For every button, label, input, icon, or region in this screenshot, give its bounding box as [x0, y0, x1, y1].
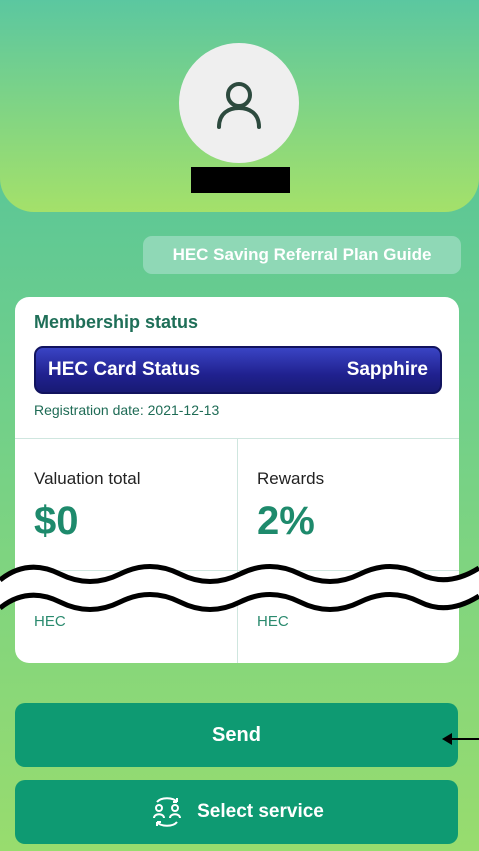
- referral-guide-button[interactable]: HEC Saving Referral Plan Guide: [143, 236, 461, 274]
- registration-date: Registration date: 2021-12-13: [34, 402, 220, 418]
- rewards-value: 2%: [257, 499, 315, 543]
- cut-wave-marker: [0, 564, 479, 612]
- valuation-label: Valuation total: [34, 469, 141, 488]
- card-status-bar: HEC Card Status Sapphire: [34, 346, 442, 394]
- send-button[interactable]: Send: [15, 703, 458, 767]
- valuation-value: $0: [34, 499, 79, 543]
- membership-title: Membership status: [34, 312, 199, 332]
- arrow-left-icon: [442, 733, 479, 745]
- user-icon: [217, 82, 261, 129]
- profile-header: [0, 0, 479, 212]
- select-service-button[interactable]: Select service: [15, 780, 458, 844]
- card-status-label: HEC Card Status: [48, 359, 201, 380]
- select-service-label: Select service: [197, 801, 324, 822]
- card-status-value: Sapphire: [346, 359, 428, 380]
- redacted-username: [191, 167, 290, 193]
- divider-vertical: [237, 439, 238, 663]
- people-exchange-icon: [153, 797, 182, 827]
- rewards-label: Rewards: [257, 469, 325, 488]
- avatar[interactable]: [179, 43, 299, 163]
